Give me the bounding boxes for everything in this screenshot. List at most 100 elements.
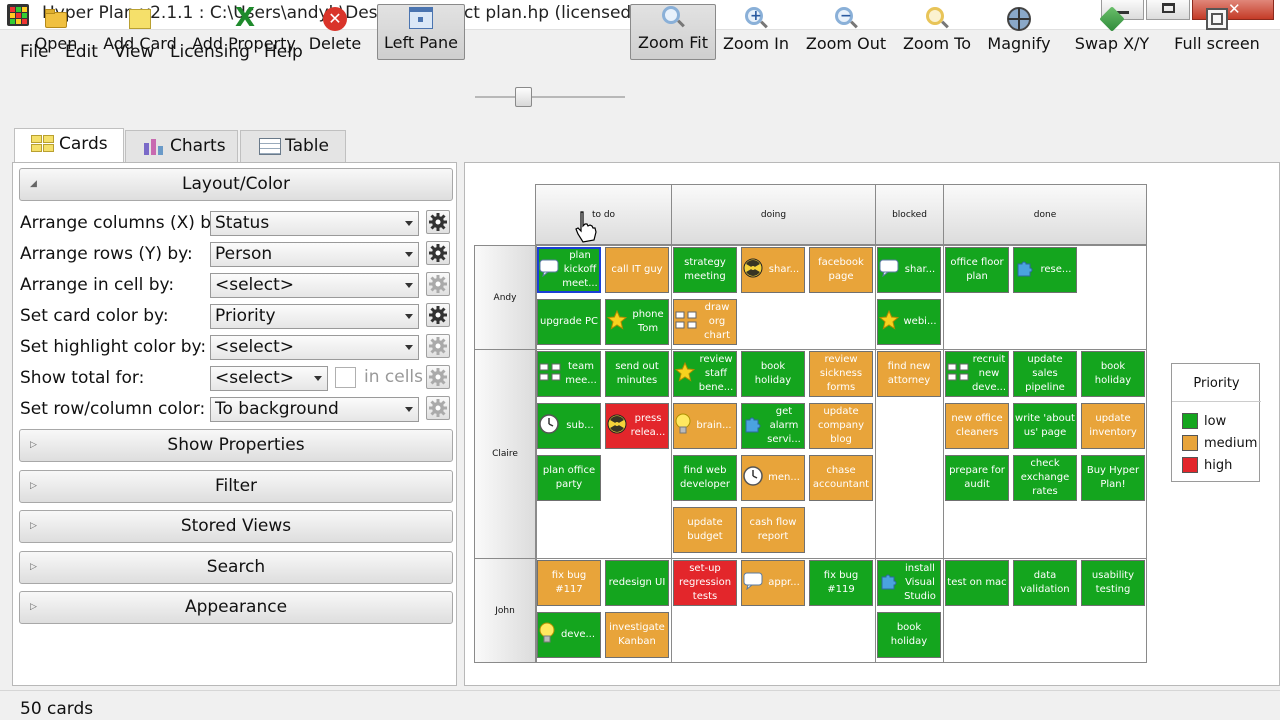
search-section[interactable]: ▷ Search [19,551,453,584]
card[interactable]: sub... [537,403,601,449]
zoom-to-button[interactable]: Zoom To [900,6,974,62]
card[interactable]: install Visual Studio [877,560,941,606]
card[interactable]: Buy Hyper Plan! [1081,455,1145,501]
open-button[interactable]: Open [30,6,82,62]
card[interactable]: book holiday [1081,351,1145,397]
zoom-slider-thumb[interactable] [515,87,532,107]
card[interactable]: plan kickoff meet... [537,247,601,293]
legend-swatch-high [1182,457,1198,473]
delete-button[interactable]: ✕ Delete [306,6,364,62]
card[interactable]: update inventory [1081,403,1145,449]
row-header-john[interactable]: John [474,558,536,663]
highlight-color-select[interactable]: <select> [210,335,419,360]
card[interactable]: call IT guy [605,247,669,293]
show-total-gear-icon[interactable] [426,365,450,389]
tab-cards[interactable]: Cards [14,128,124,163]
show-total-select[interactable]: <select> [210,366,328,391]
card[interactable]: test on mac [945,560,1009,606]
tab-table[interactable]: Table [240,130,346,162]
arrange-in-cell-gear-icon[interactable] [426,272,450,296]
card[interactable]: strategy meeting [673,247,737,293]
card[interactable]: usability testing [1081,560,1145,606]
show-properties-section[interactable]: ▷ Show Properties [19,429,453,462]
stored-views-section[interactable]: ▷ Stored Views [19,510,453,543]
card[interactable]: upgrade PC [537,299,601,345]
card[interactable]: recruit new deve... [945,351,1009,397]
arrange-columns-select[interactable]: Status [210,211,419,236]
card[interactable]: chase accountant [809,455,873,501]
row-column-color-select[interactable]: To background [210,397,419,422]
card[interactable]: find new attorney [877,351,941,397]
highlight-color-gear-icon[interactable] [426,334,450,358]
left-pane-button[interactable]: Left Pane [377,4,465,60]
arrange-columns-gear-icon[interactable] [426,210,450,234]
column-header-done[interactable]: done [943,184,1147,245]
fullscreen-icon [1204,6,1230,32]
excel-icon: X [235,3,256,33]
card[interactable]: check exchange rates [1013,455,1077,501]
tab-charts[interactable]: Charts [125,130,238,162]
card[interactable]: facebook page [809,247,873,293]
card[interactable]: get alarm servi... [741,403,805,449]
zoom-fit-button[interactable]: Zoom Fit [630,4,716,60]
card[interactable]: set-up regression tests [673,560,737,606]
puzzle-icon [879,571,899,596]
card[interactable]: fix bug #117 [537,560,601,606]
card[interactable]: deve... [537,612,601,658]
add-card-button[interactable]: Add Card [102,6,178,62]
card[interactable]: review sickness forms [809,351,873,397]
card-color-select[interactable]: Priority [210,304,419,329]
card[interactable]: update budget [673,507,737,553]
card[interactable]: men... [741,455,805,501]
magnify-button[interactable]: Magnify [986,6,1052,62]
card[interactable]: data validation [1013,560,1077,606]
card[interactable]: draw org chart [673,299,737,345]
card[interactable]: shar... [877,247,941,293]
layout-color-section[interactable]: ◢ Layout/Color [19,168,453,201]
card[interactable]: team mee... [537,351,601,397]
row-header-claire[interactable]: Claire [474,349,536,559]
card[interactable]: update sales pipeline [1013,351,1077,397]
card[interactable]: webi... [877,299,941,345]
card-color-gear-icon[interactable] [426,303,450,327]
card[interactable]: cash flow report [741,507,805,553]
arrange-in-cell-select[interactable]: <select> [210,273,419,298]
column-header-blocked[interactable]: blocked [875,184,944,245]
card[interactable]: write 'about us' page [1013,403,1077,449]
card[interactable]: investigate Kanban [605,612,669,658]
card[interactable]: review staff bene... [673,351,737,397]
row-column-color-gear-icon[interactable] [426,396,450,420]
card[interactable]: redesign UI [605,560,669,606]
card[interactable]: brain... [673,403,737,449]
arrange-rows-gear-icon[interactable] [426,241,450,265]
filter-section[interactable]: ▷ Filter [19,470,453,503]
add-property-button[interactable]: X Add Property [192,3,296,62]
in-cells-checkbox[interactable] [335,367,356,388]
card[interactable]: appr... [741,560,805,606]
swap-xy-button[interactable]: Swap X/Y [1074,6,1150,62]
card[interactable]: press relea... [605,403,669,449]
card[interactable]: plan office party [537,455,601,501]
arrange-rows-select[interactable]: Person [210,242,419,267]
card[interactable]: new office cleaners [945,403,1009,449]
card[interactable]: shar... [741,247,805,293]
zoom-out-button[interactable]: − Zoom Out [805,6,887,62]
card[interactable]: update company blog [809,403,873,449]
zoom-slider-track[interactable] [475,96,625,98]
card[interactable]: phone Tom [605,299,669,345]
row-header-andy[interactable]: Andy [474,245,536,350]
card[interactable]: office floor plan [945,247,1009,293]
full-screen-button[interactable]: Full screen [1174,6,1260,62]
column-header-doing[interactable]: doing [671,184,876,245]
zoom-in-button[interactable]: + Zoom In [722,6,790,62]
card-icon [127,6,153,32]
card[interactable]: send out minutes [605,351,669,397]
column-header-to-do[interactable]: to do [535,184,672,245]
card[interactable]: rese... [1013,247,1077,293]
card[interactable]: fix bug #119 [809,560,873,606]
card[interactable]: find web developer [673,455,737,501]
card[interactable]: book holiday [741,351,805,397]
card[interactable]: book holiday [877,612,941,658]
appearance-section[interactable]: ▷ Appearance [19,591,453,624]
card[interactable]: prepare for audit [945,455,1009,501]
